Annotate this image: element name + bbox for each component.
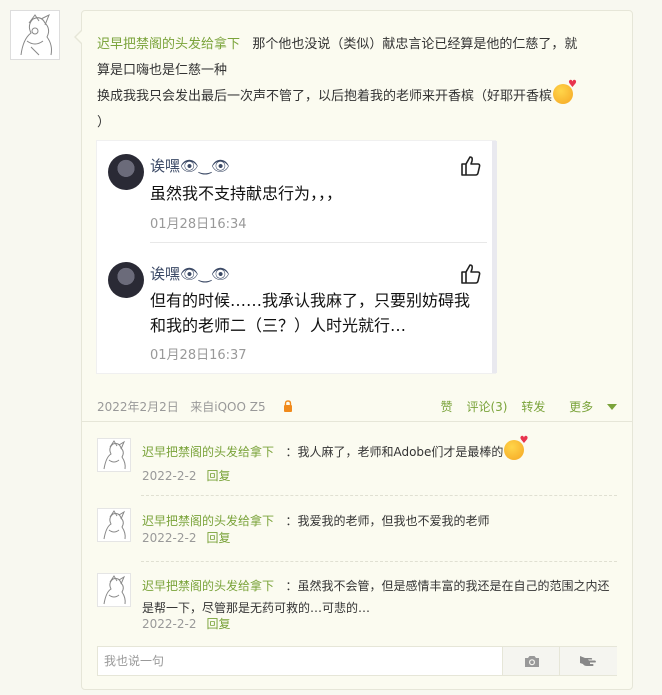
post-meta: 2022年2月2日 来自iQOO Z5 赞 评论(3) 转发 更多 — [97, 398, 617, 416]
comment-item: 迟早把禁阁的头发给拿下 ：虽然我不会管，但是感情丰富的我还是在自己的范围之内还是… — [97, 573, 617, 643]
sketch-avatar-icon — [103, 575, 126, 605]
caret-down-icon — [607, 404, 617, 410]
reply-button[interactable]: 回复 — [206, 617, 230, 631]
divider — [150, 242, 487, 243]
comment-author-link[interactable]: 迟早把禁阁的头发给拿下 — [142, 579, 274, 593]
commenter-avatar — [108, 262, 144, 298]
screenshot-edge — [492, 141, 497, 373]
comment-button[interactable]: 评论(3) — [466, 400, 507, 414]
sketch-avatar-icon — [20, 13, 52, 56]
meta-divider — [82, 421, 632, 422]
post-text-line2: 算是口嗨也是仁慈一种 — [97, 63, 228, 78]
sketch-avatar-icon — [103, 510, 126, 540]
screenshot-comment-text: 虽然我不支持献忠行为，，， — [150, 184, 343, 203]
comment-avatar[interactable] — [97, 508, 131, 542]
comment-item: 迟早把禁阁的头发给拿下 ：我爱我的老师，但我也不爱我的老师 2022-2-2 回复 — [97, 508, 617, 578]
hand-point-icon — [579, 656, 596, 666]
comment-date: 2022-2-2 — [142, 617, 197, 631]
comment-author-link[interactable]: 迟早把禁阁的头发给拿下 — [142, 445, 274, 459]
screenshot-comment-text: 但有的时候……我承认我麻了，只要别妨碍我和我的老师二（三？）人时光就行… — [150, 291, 471, 335]
comment-avatar[interactable] — [97, 438, 131, 472]
post-body: 迟早把禁阁的头发给拿下 那个他也没说（类似）献忠言论已经算是他的仁慈了，就 算是… — [97, 32, 617, 136]
comment-divider — [141, 561, 617, 562]
like-button[interactable]: 赞 — [441, 400, 453, 414]
post-date: 2022年2月2日 — [97, 400, 179, 414]
screenshot-comment-time: 01月28日16:37 — [150, 348, 247, 363]
smiling-face-with-hearts-icon — [553, 80, 577, 104]
comment-item: 迟早把禁阁的头发给拿下 ：我人麻了，老师和Adobe们才是最棒的 2022-2-… — [97, 436, 617, 508]
reply-button[interactable]: 回复 — [206, 469, 230, 483]
comment-input[interactable] — [98, 647, 502, 675]
comment-avatar[interactable] — [97, 573, 131, 607]
post-source: 来自iQOO Z5 — [190, 400, 266, 414]
post-text-line1: 那个他也没说（类似）献忠言论已经算是他的仁慈了，就 — [252, 37, 578, 52]
comment-text: ：我人麻了，老师和Adobe们才是最棒的 — [285, 445, 504, 459]
commenter-name: 诶嘿👁‿👁 — [150, 265, 231, 283]
comment-input-bar — [97, 646, 617, 676]
comment-date: 2022-2-2 — [142, 469, 197, 483]
screenshot-comment-time: 01月28日16:34 — [150, 217, 247, 232]
camera-icon — [524, 656, 539, 667]
post-text-line3: 换成我我只会发出最后一次声不管了，以后抱着我的老师来开香槟（好耶开香槟 — [97, 89, 553, 104]
comment-text: ：我爱我的老师，但我也不爱我的老师 — [285, 514, 490, 528]
reply-button[interactable]: 回复 — [206, 531, 230, 545]
thumbs-up-icon — [461, 264, 481, 284]
embedded-screenshot[interactable]: 诶嘿👁‿👁 虽然我不支持献忠行为，，， 01月28日16:34 诶嘿👁‿👁 但有… — [97, 141, 495, 373]
more-label: 更多 — [569, 400, 594, 414]
send-button[interactable] — [559, 647, 617, 675]
camera-button[interactable] — [502, 647, 560, 675]
thumbs-up-icon — [461, 156, 481, 176]
repost-button[interactable]: 转发 — [521, 400, 545, 414]
comment-author-link[interactable]: 迟早把禁阁的头发给拿下 — [142, 514, 274, 528]
more-button[interactable]: 更多 — [559, 400, 617, 414]
post-actions: 赞 评论(3) 转发 更多 — [431, 398, 617, 415]
smiling-face-with-hearts-icon — [504, 436, 528, 460]
comment-divider — [141, 495, 617, 496]
comment-date: 2022-2-2 — [142, 531, 197, 545]
sketch-avatar-icon — [103, 440, 126, 470]
post-author-link[interactable]: 迟早把禁阁的头发给拿下 — [97, 37, 240, 52]
lock-icon — [284, 400, 292, 412]
commenter-name: 诶嘿👁‿👁 — [150, 157, 231, 175]
poster-avatar[interactable] — [10, 10, 60, 60]
post-text-line4: ） — [97, 115, 111, 130]
commenter-avatar — [108, 154, 144, 190]
